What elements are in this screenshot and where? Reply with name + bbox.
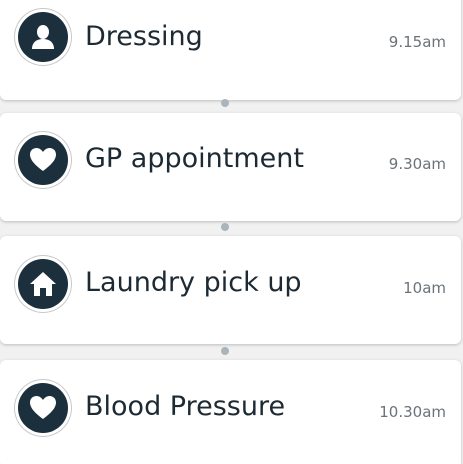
schedule-item-laundry-pick-up[interactable]: Laundry pick up 10am	[0, 236, 461, 344]
schedule-item-avatar	[15, 256, 71, 312]
house-icon	[30, 272, 56, 296]
schedule-item-blood-pressure[interactable]: Blood Pressure 10.30am	[0, 360, 461, 464]
schedule-item-avatar	[15, 9, 71, 65]
schedule-item-avatar	[15, 380, 71, 436]
person-icon	[32, 25, 54, 49]
schedule-item-time: 9.30am	[388, 155, 446, 173]
schedule-item-dressing[interactable]: Dressing 9.15am	[0, 0, 461, 100]
schedule-item-time: 9.15am	[388, 33, 446, 51]
schedule-item-time: 10.30am	[379, 403, 446, 421]
schedule-item-title: Laundry pick up	[85, 267, 302, 298]
heart-icon	[30, 148, 56, 171]
heart-icon	[30, 396, 56, 419]
schedule-item-time: 10am	[403, 279, 446, 297]
schedule-list: Dressing 9.15am GP appointment 9.30am La…	[0, 0, 463, 464]
schedule-item-title: GP appointment	[85, 143, 304, 174]
schedule-item-avatar	[15, 132, 71, 188]
timeline-connector-dot	[221, 347, 229, 355]
schedule-item-title: Dressing	[85, 21, 203, 52]
schedule-item-gp-appointment[interactable]: GP appointment 9.30am	[0, 113, 461, 221]
timeline-connector-dot	[221, 99, 229, 107]
schedule-item-title: Blood Pressure	[85, 391, 286, 422]
timeline-connector-dot	[221, 223, 229, 231]
